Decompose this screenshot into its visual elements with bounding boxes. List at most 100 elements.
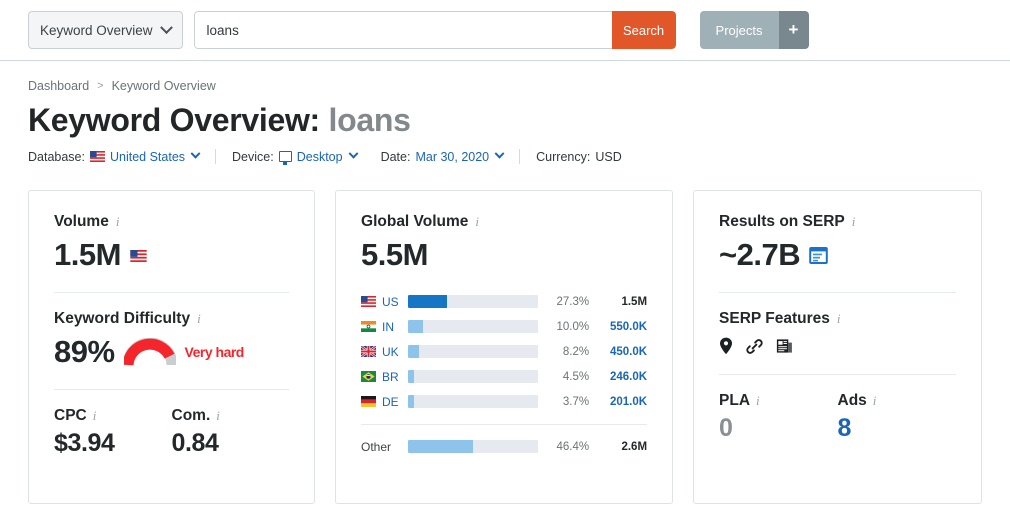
bar-percent-label: 46.4% (556, 440, 590, 453)
ads-value[interactable]: 8 (838, 414, 956, 443)
global-volume-label-row: Global Volume i (361, 213, 647, 231)
pla-ads-row: PLA i 0 Ads i 8 (719, 392, 956, 443)
database-value[interactable]: United States (110, 150, 185, 164)
metrics-cards: Volume i 1.5M Keyword Difficulty i 89% V… (0, 190, 1010, 504)
bar-percent-label: 10.0% (556, 320, 590, 333)
page-header: Dashboard > Keyword Overview Keyword Ove… (0, 79, 1010, 165)
info-icon[interactable]: i (216, 408, 220, 424)
info-icon[interactable]: i (93, 408, 97, 424)
br-flag-icon (361, 371, 377, 382)
projects-button[interactable]: Projects (699, 11, 779, 49)
country-uk[interactable]: UK (361, 345, 408, 359)
database-filter[interactable]: Database: United States (28, 148, 201, 164)
page-title-prefix: Keyword Overview: (28, 102, 320, 138)
country-us[interactable]: US (361, 295, 408, 309)
competition-value: 0.84 (171, 429, 219, 457)
report-type-select[interactable]: Keyword Overview (28, 11, 183, 49)
info-icon[interactable]: i (837, 311, 841, 327)
card-divider (54, 389, 290, 390)
bar-chart-row: Other 46.4% 2.6M (361, 434, 647, 459)
projects-button-group[interactable]: Projects + (699, 11, 809, 49)
link-icon[interactable] (746, 338, 763, 355)
global-volume-bar-chart: US 27.3% 1.5M IN 10.0% 550.0K UK 8.2% 450.0K BR 4.… (361, 289, 647, 459)
country-other: Other (361, 440, 408, 454)
volume-card: Volume i 1.5M Keyword Difficulty i 89% V… (28, 190, 316, 504)
ads-label-row: Ads i (838, 392, 956, 410)
search-input[interactable] (193, 11, 612, 49)
search-button[interactable]: Search (611, 11, 676, 49)
bar-chart-row: IN 10.0% 550.0K (361, 314, 647, 339)
cpc-com-row: CPC i $3.94 Com. i 0.84 (54, 407, 289, 458)
filter-divider (519, 149, 521, 164)
reviews-icon[interactable] (776, 338, 793, 354)
bar-fill (407, 320, 424, 333)
bar-volume-value[interactable]: 201.0K (589, 396, 647, 408)
bar-fill (407, 295, 447, 308)
country-code-label: IN (382, 319, 395, 334)
breadcrumb: Dashboard > Keyword Overview (28, 79, 982, 93)
bar-volume-value[interactable]: 246.0K (589, 371, 647, 383)
info-icon[interactable]: i (116, 214, 120, 230)
country-code-label: Other (361, 439, 392, 454)
serp-features-label-row: SERP Features i (719, 310, 956, 328)
info-icon[interactable]: i (756, 393, 760, 409)
volume-label-row: Volume i (54, 213, 289, 231)
country-in[interactable]: IN (361, 320, 408, 334)
info-icon[interactable]: i (852, 214, 856, 230)
info-icon[interactable]: i (197, 311, 201, 327)
bar-volume-value[interactable]: 450.0K (589, 346, 647, 358)
top-toolbar: Keyword Overview Search Projects + (0, 0, 1010, 61)
serp-card: Results on SERP i ~2.7B SERP Features i (693, 190, 982, 504)
in-flag-icon (361, 321, 377, 332)
date-value[interactable]: Mar 30, 2020 (415, 150, 489, 164)
results-value-row: ~2.7B (719, 237, 956, 273)
date-filter[interactable]: Date: Mar 30, 2020 (381, 148, 505, 164)
pla-label-row: PLA i (719, 392, 837, 410)
global-volume-label: Global Volume (361, 213, 469, 230)
currency-filter: Currency: USD (536, 150, 622, 164)
breadcrumb-separator-icon: > (97, 80, 104, 92)
bar-percent-label: 27.3% (556, 295, 590, 308)
card-divider (719, 374, 956, 375)
bar-chart-row: DE 3.7% 201.0K (361, 389, 647, 414)
page-title: Keyword Overview: loans (28, 102, 982, 139)
competition-label: Com. (171, 407, 211, 424)
bar-chart-divider (361, 424, 648, 425)
currency-value: USD (595, 149, 622, 164)
breadcrumb-keyword-overview[interactable]: Keyword Overview (112, 79, 216, 93)
bar-fill (407, 345, 420, 358)
bar-volume-value[interactable]: 550.0K (589, 321, 647, 333)
country-code-label: UK (382, 344, 399, 359)
volume-value-row: 1.5M (54, 237, 289, 273)
desktop-icon (278, 151, 292, 165)
info-icon[interactable]: i (475, 214, 479, 230)
add-project-button[interactable]: + (778, 11, 809, 49)
local-pack-icon[interactable] (719, 337, 733, 355)
country-br[interactable]: BR (361, 370, 408, 384)
bar-percent-label: 4.5% (562, 370, 590, 383)
pla-label: PLA (719, 392, 751, 409)
ads-block: Ads i 8 (838, 392, 956, 443)
country-code-label: BR (382, 369, 399, 384)
de-flag-icon (361, 396, 377, 407)
chevron-down-icon (348, 148, 359, 159)
cpc-value: $3.94 (54, 429, 115, 457)
report-filters: Database: United States Device: Desktop (28, 148, 982, 165)
us-flag-icon (130, 249, 147, 262)
bar-volume-value: 2.6M (621, 440, 648, 453)
global-volume-value: 5.5M (361, 237, 428, 272)
breadcrumb-dashboard[interactable]: Dashboard (28, 79, 89, 93)
device-value[interactable]: Desktop (297, 150, 343, 164)
bar-fill (407, 370, 415, 383)
serp-preview-icon[interactable] (809, 237, 828, 273)
device-filter[interactable]: Device: Desktop (232, 148, 359, 165)
results-on-serp-value: ~2.7B (719, 237, 801, 272)
toolbar-divider (0, 60, 1010, 61)
serp-features-list (719, 337, 956, 355)
country-de[interactable]: DE (361, 395, 408, 409)
card-divider (719, 292, 956, 293)
bar-fill (407, 395, 414, 408)
keyword-difficulty-value: 89% (54, 334, 115, 369)
bar-chart-row: US 27.3% 1.5M (361, 289, 647, 314)
info-icon[interactable]: i (873, 393, 877, 409)
